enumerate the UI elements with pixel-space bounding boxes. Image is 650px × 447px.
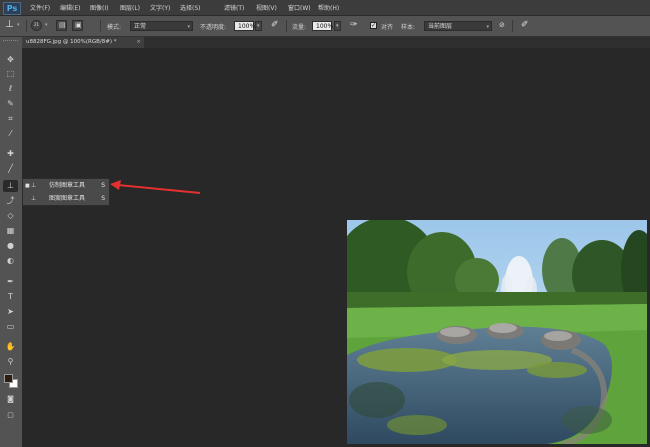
annotation-arrow	[110, 180, 201, 194]
foreground-color-swatch[interactable]	[4, 374, 13, 383]
